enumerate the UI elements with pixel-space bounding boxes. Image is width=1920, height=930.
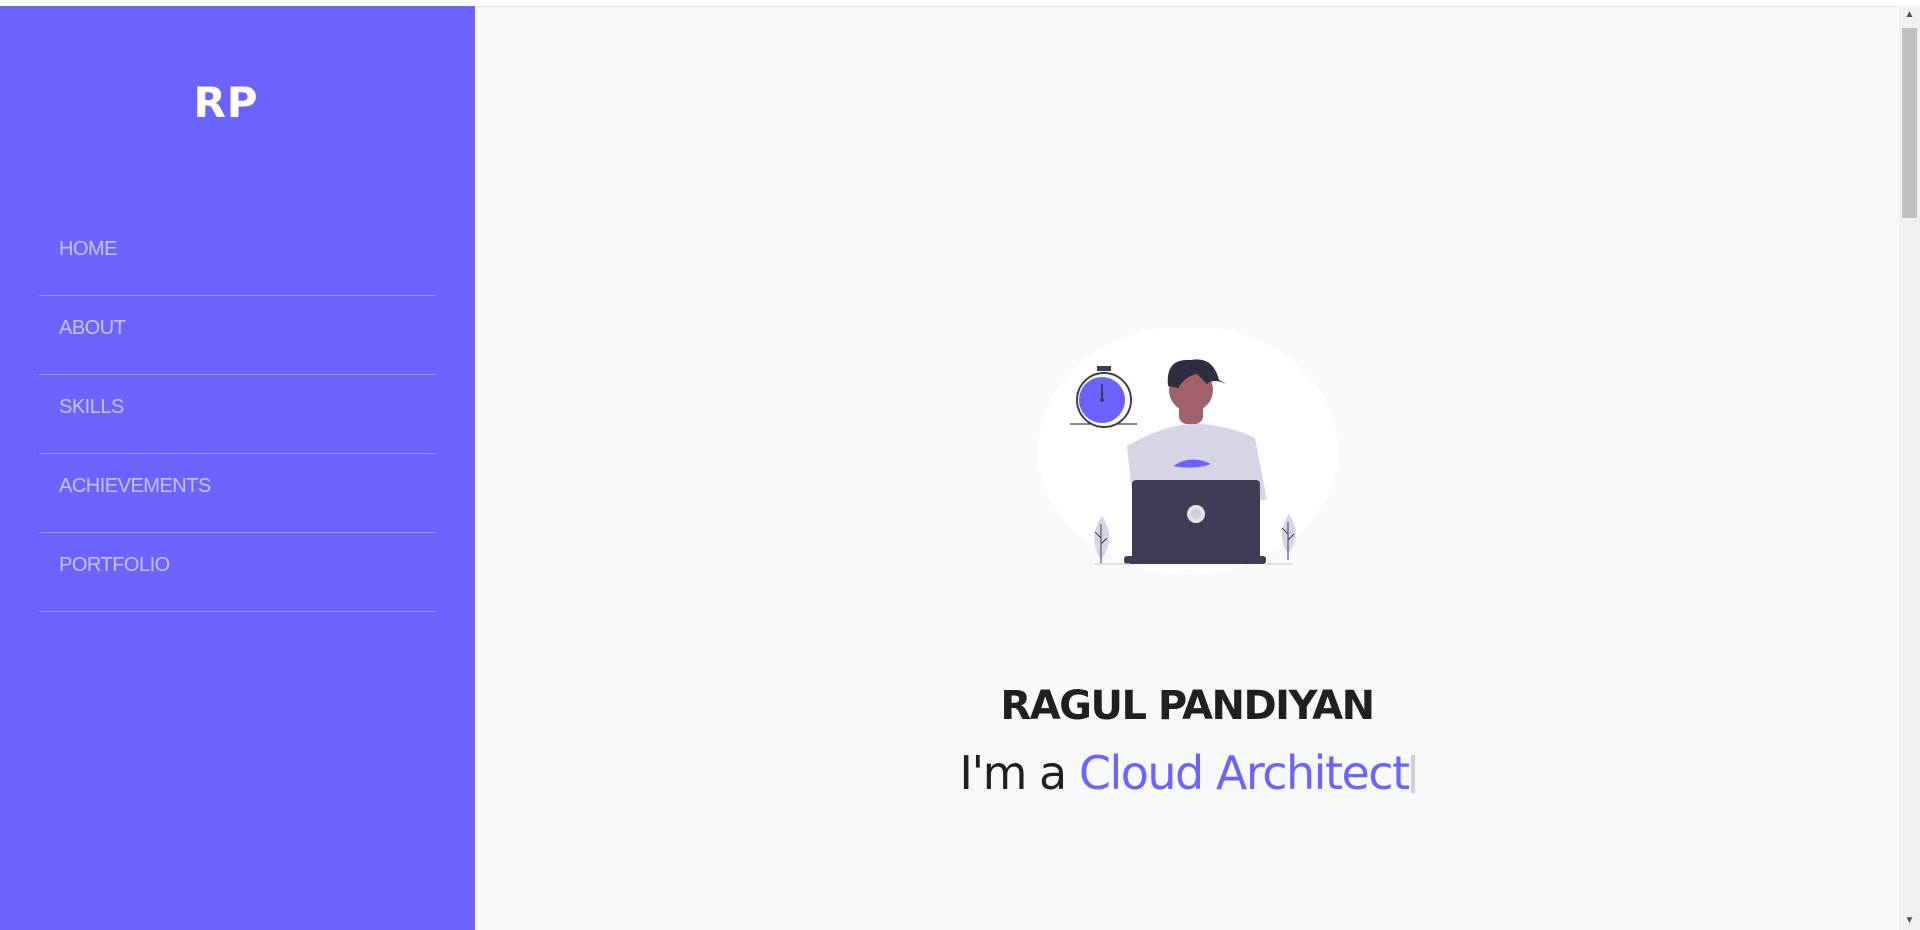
brand-logo[interactable]: RP <box>0 78 452 127</box>
page-scrollbar[interactable]: ▲ ▼ <box>1899 6 1920 930</box>
nav-item-about[interactable]: ABOUT <box>39 297 436 375</box>
typed-role: Cloud Architect <box>1078 746 1410 800</box>
nav-item-achievements[interactable]: ACHIEVEMENTS <box>39 455 436 533</box>
nav-item-label[interactable]: HOME <box>59 238 118 261</box>
scrollbar-thumb[interactable] <box>1902 28 1917 218</box>
nav-item-portfolio[interactable]: PORTFOLIO <box>39 534 436 612</box>
scroll-up-icon[interactable]: ▲ <box>1899 6 1920 24</box>
hero-name: RAGUL PANDIYAN <box>1000 682 1375 729</box>
main-content: RAGUL PANDIYAN I'm a Cloud Architect <box>475 6 1899 930</box>
nav-item-home[interactable]: HOME <box>39 218 436 296</box>
sidebar: RP HOME ABOUT SKILLS ACHIEVEMENTS PORTFO… <box>0 6 475 930</box>
sidebar-nav: HOME ABOUT SKILLS ACHIEVEMENTS PORTFOLIO <box>39 218 436 612</box>
typing-cursor <box>1410 755 1415 793</box>
scroll-down-icon[interactable]: ▼ <box>1899 912 1920 930</box>
tagline-prefix: I'm a <box>959 746 1067 800</box>
nav-item-label[interactable]: SKILLS <box>59 396 124 419</box>
nav-item-label[interactable]: ACHIEVEMENTS <box>59 475 211 498</box>
hero-tagline: I'm a Cloud Architect <box>475 746 1899 800</box>
nav-item-skills[interactable]: SKILLS <box>39 376 436 454</box>
developer-illustration-icon <box>1038 328 1338 574</box>
nav-item-label[interactable]: PORTFOLIO <box>59 554 170 577</box>
nav-item-label[interactable]: ABOUT <box>59 317 126 340</box>
